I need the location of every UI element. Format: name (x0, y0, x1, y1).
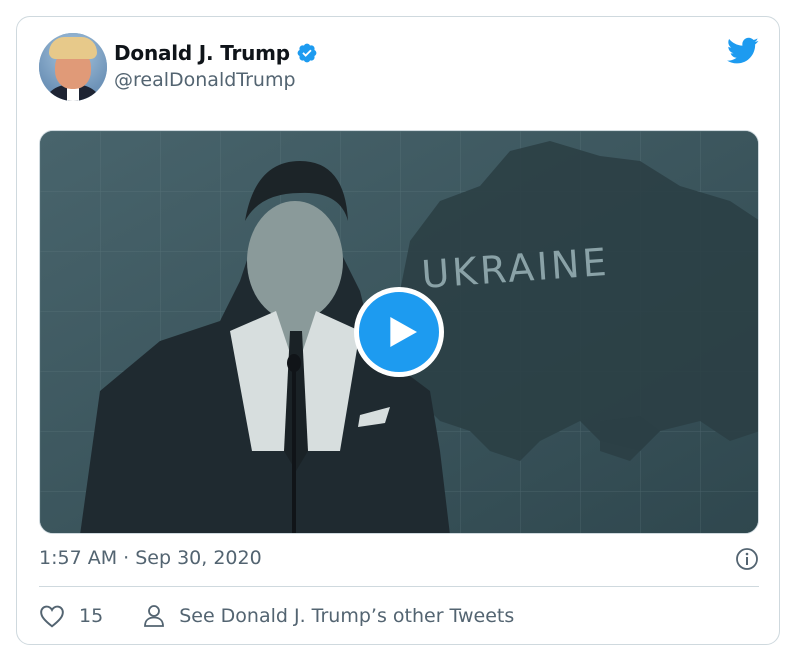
tweet-timestamp[interactable]: 1:57 AM · Sep 30, 2020 (39, 547, 262, 569)
author-avatar[interactable] (39, 33, 107, 101)
play-icon (390, 317, 417, 347)
like-button[interactable]: 15 (39, 604, 103, 628)
see-other-tweets-link[interactable]: See Donald J. Trump’s other Tweets (143, 604, 514, 628)
embedded-tweet-card[interactable]: Donald J. Trump @realDonaldTrump UKRAINE… (16, 16, 780, 645)
author-name-row[interactable]: Donald J. Trump (114, 41, 318, 65)
play-button[interactable] (354, 287, 444, 377)
twitter-bird-icon[interactable] (727, 37, 759, 65)
author-handle[interactable]: @realDonaldTrump (114, 69, 296, 91)
divider (39, 586, 759, 587)
verified-badge-icon (297, 43, 317, 63)
like-count: 15 (79, 605, 104, 627)
see-other-tweets-label: See Donald J. Trump’s other Tweets (179, 605, 515, 627)
tweet-actions: 15 See Donald J. Trump’s other Tweets (39, 600, 514, 632)
heart-icon (40, 605, 64, 628)
tweet-video[interactable]: UKRAINE (39, 130, 759, 534)
person-icon (144, 605, 165, 627)
info-icon[interactable] (735, 547, 759, 571)
author-display-name[interactable]: Donald J. Trump (114, 41, 290, 65)
